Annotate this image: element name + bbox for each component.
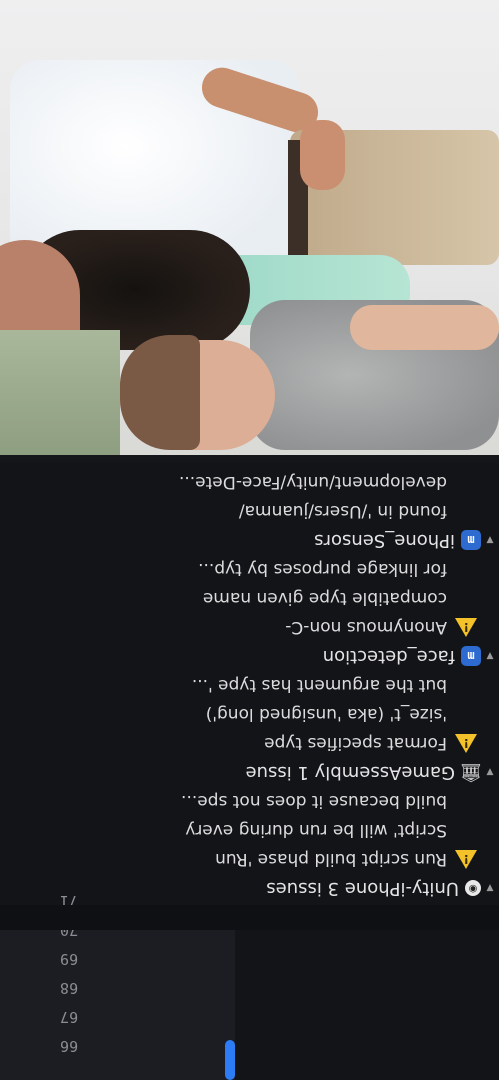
photo-hand <box>300 120 345 190</box>
chevron-down-icon[interactable]: ▾ <box>481 765 499 781</box>
warning-text: Run script build phase 'Run <box>215 849 447 870</box>
warning-text: Format specifies type <box>264 733 447 754</box>
issue-detail-row: for linkage purposes by typ... <box>0 555 499 584</box>
issue-detail-row: 'size_t' (aka 'unsigned long') <box>0 700 499 729</box>
monitor-bezel <box>0 455 499 463</box>
status-strip <box>0 905 499 930</box>
library-icon: 🏛 <box>459 762 483 783</box>
warning-detail: compatible type given name <box>202 588 447 609</box>
warning-detail: for linkage purposes by typ... <box>198 559 447 580</box>
issue-group-label: Unity-iPhone 3 issues <box>266 878 459 899</box>
warning-detail: 'size_t' (aka 'unsigned long') <box>205 704 447 725</box>
issue-list: ▾ ◉ Unity-iPhone 3 issues Run script bui… <box>0 463 499 905</box>
issue-file-label: face_detection <box>322 646 455 667</box>
objc-file-icon: m <box>461 646 481 667</box>
issue-navigator-rotated: 66 67 68 69 70 71 ❚❚ ▾ ◉ Unity-iPhone 3 … <box>0 463 499 1080</box>
issue-file-label: iPhone_Sensors <box>314 530 455 551</box>
scrollbar-thumb[interactable] <box>225 1040 235 1080</box>
photo-boy-arm <box>350 305 499 350</box>
objc-file-icon: m <box>461 530 481 551</box>
line-number: 67 <box>60 1008 79 1026</box>
warning-detail: but the argument has type '... <box>191 675 447 696</box>
photo-couch <box>0 330 120 455</box>
line-number: 69 <box>60 950 79 968</box>
warning-detail: development/unity/Face-Dete... <box>178 472 447 493</box>
issue-detail-row: Script' will be run during every <box>0 816 499 845</box>
background-photo <box>0 0 499 455</box>
issue-group-label: GameAssembly 1 issue <box>245 762 455 783</box>
issue-group-row[interactable]: ▾ 🏛 GameAssembly 1 issue <box>0 758 499 787</box>
chevron-down-icon[interactable]: ▾ <box>481 649 499 665</box>
issue-detail-row: compatible type given name <box>0 584 499 613</box>
issue-detail-row: build because it does not spe... <box>0 787 499 816</box>
issue-warning-row[interactable]: Anonymous non-C- <box>0 613 499 642</box>
issue-navigator-panel: 66 67 68 69 70 71 ❚❚ ▾ ◉ Unity-iPhone 3 … <box>0 463 499 1080</box>
line-number: 68 <box>60 979 79 997</box>
chevron-down-icon[interactable]: ▾ <box>481 533 499 549</box>
warning-text: Anonymous non-C- <box>285 617 447 638</box>
warning-detail: Script' will be run during every <box>185 820 447 841</box>
project-icon: ◉ <box>465 880 481 897</box>
warning-icon <box>455 850 477 869</box>
issue-group-row[interactable]: ▾ ◉ Unity-iPhone 3 issues <box>0 874 499 903</box>
warning-detail: found in '/Users/juanma/ <box>238 501 447 522</box>
issue-detail-row: but the argument has type '... <box>0 671 499 700</box>
issue-warning-row[interactable]: Format specifies type <box>0 729 499 758</box>
line-number: 66 <box>60 1037 79 1055</box>
chevron-down-icon[interactable]: ▾ <box>481 881 499 897</box>
issue-file-row[interactable]: ▾ m face_detection <box>0 642 499 671</box>
editor-gutter: 66 67 68 69 70 71 ❚❚ <box>0 892 235 1080</box>
issue-detail-row: development/unity/Face-Dete... <box>0 468 499 497</box>
warning-icon <box>455 618 477 637</box>
warning-icon <box>455 734 477 753</box>
issue-file-row[interactable]: ▾ m iPhone_Sensors <box>0 526 499 555</box>
issue-detail-row: found in '/Users/juanma/ <box>0 497 499 526</box>
photo-boy-hair <box>120 335 200 450</box>
warning-detail: build because it does not spe... <box>181 791 447 812</box>
issue-warning-row[interactable]: Run script build phase 'Run <box>0 845 499 874</box>
